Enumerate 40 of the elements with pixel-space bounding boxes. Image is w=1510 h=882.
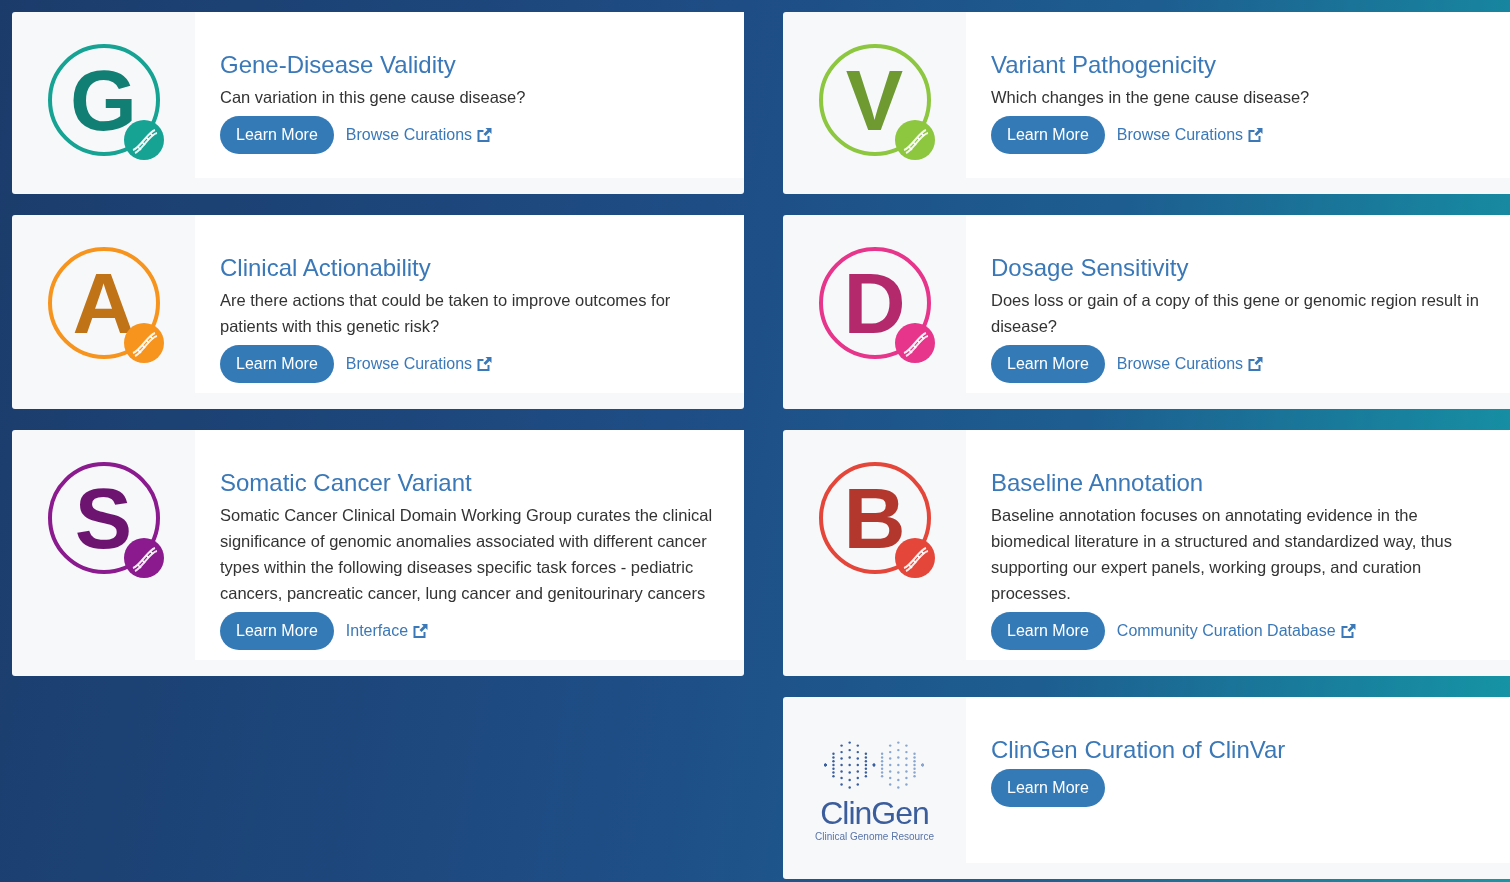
card-title: Variant Pathogenicity (991, 52, 1218, 78)
card-title: ClinGen Curation of ClinVar (991, 737, 1287, 763)
external-link[interactable]: Community Curation Database (1116, 622, 1357, 640)
card-title: Clinical Actionability (220, 255, 432, 281)
logo-letter: G (70, 57, 137, 143)
logo-wordmark: ClinGen (820, 797, 929, 829)
external-link-icon (1247, 356, 1265, 372)
card-description: Does loss or gain of a copy of this gene or genomic region result in disease? (991, 290, 1480, 337)
learn-more-button[interactable]: Learn More (991, 345, 1105, 383)
card-title: Dosage Sensitivity (991, 255, 1190, 281)
learn-more-button[interactable]: Learn More (991, 612, 1105, 650)
learn-more-button[interactable]: Learn More (991, 769, 1105, 807)
card-title: Somatic Cancer Variant (220, 470, 473, 496)
card-description: Can variation in this gene cause disease? (220, 87, 527, 108)
logo-tagline: Clinical Genome Resource (815, 831, 934, 842)
logo-letter: B (843, 475, 906, 561)
external-link-icon (1247, 127, 1265, 143)
learn-more-button[interactable]: Learn More (991, 116, 1105, 154)
external-link-icon (476, 356, 494, 372)
logo-letter: D (843, 260, 906, 346)
card-title: Gene-Disease Validity (220, 52, 457, 78)
logo-letter: V (845, 57, 904, 143)
external-link[interactable]: Browse Curations (345, 126, 494, 144)
card-description: Somatic Cancer Clinical Domain Working Group curates the clinical significance of genomic anomalies associated with different cancer types within the following diseases specific task forces - pediatric cancers, pancreatic cancer, lung cancer and genitourinary cancers (220, 505, 714, 604)
card-description: Which changes in the gene cause disease? (991, 87, 1311, 108)
logo-letter: A (72, 260, 135, 346)
external-link-icon (1339, 623, 1357, 639)
external-link-icon (476, 127, 494, 143)
learn-more-button[interactable]: Learn More (220, 116, 334, 154)
card-description: Are there actions that could be taken to improve outcomes for patients with this genetic risk? (220, 290, 672, 337)
card-title: Baseline Annotation (991, 470, 1205, 496)
external-link-icon (412, 623, 430, 639)
external-link[interactable]: Interface (345, 622, 430, 640)
logo-letter: S (74, 475, 133, 561)
learn-more-button[interactable]: Learn More (220, 345, 334, 383)
card-description: Baseline annotation focuses on annotating evidence in the biomedical literature in a structured and standardized way, thus supporting our expert panels, working groups, and curation processes. (991, 505, 1454, 604)
external-link[interactable]: Browse Curations (345, 355, 494, 373)
external-link[interactable]: Browse Curations (1116, 355, 1265, 373)
learn-more-button[interactable]: Learn More (220, 612, 334, 650)
external-link[interactable]: Browse Curations (1116, 126, 1265, 144)
